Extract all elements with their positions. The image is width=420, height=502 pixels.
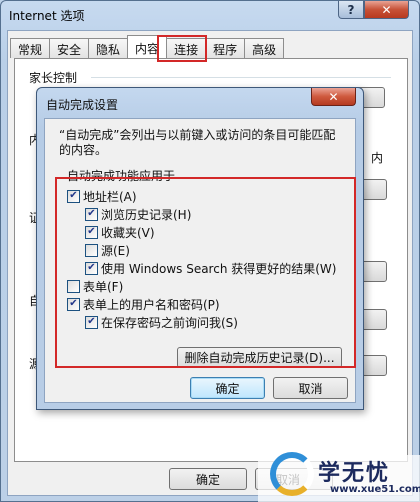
applies-to-label: 自动完成功能应用于: [67, 169, 176, 183]
checkbox-usernames-passwords[interactable]: [67, 297, 80, 311]
option-usernames-passwords[interactable]: 表单上的用户名和密码(P): [67, 296, 220, 312]
delete-autocomplete-history-button[interactable]: 删除自动完成历史记录(D)...: [177, 347, 342, 368]
checkbox-browsing-history[interactable]: [85, 207, 98, 221]
option-label: 地址栏(A): [83, 189, 137, 204]
checkbox-feeds[interactable]: [85, 243, 98, 257]
option-label: 源(E): [101, 243, 130, 258]
tab-general[interactable]: 常规: [10, 38, 51, 58]
option-favorites[interactable]: 收藏夹(V): [85, 224, 155, 240]
checkbox-windows-search[interactable]: [85, 261, 98, 275]
dialog-close-button[interactable]: ✕: [311, 88, 356, 106]
dialog-description: “自动完成”会列出与以前键入或访问的条目可能匹配的内容。: [59, 128, 336, 157]
watermark-logo-icon: [270, 452, 314, 496]
watermark-text: 学无忧: [318, 461, 391, 486]
obscured-label-right: 内: [371, 151, 384, 165]
option-address-bar[interactable]: 地址栏(A): [67, 188, 137, 204]
dialog-cancel-button[interactable]: 取消: [273, 377, 348, 399]
help-button[interactable]: ?: [338, 1, 364, 19]
option-forms[interactable]: 表单(F): [67, 278, 123, 294]
tab-strip: 常规 安全 隐私 内容 连接 程序 高级: [10, 35, 285, 58]
window-close-button[interactable]: ✕: [364, 1, 409, 19]
tab-security[interactable]: 安全: [49, 38, 90, 58]
checkbox-ask-before-saving[interactable]: [85, 315, 98, 329]
window-title: Internet 选项: [9, 9, 85, 23]
checkbox-forms[interactable]: [67, 279, 80, 293]
group-divider: [91, 77, 391, 78]
autocomplete-settings-dialog: 自动完成设置 ✕ “自动完成”会列出与以前键入或访问的条目可能匹配的内容。 自动…: [36, 87, 364, 410]
option-label: 表单(F): [83, 279, 124, 294]
option-label: 在保存密码之前询问我(S): [101, 315, 238, 330]
option-browsing-history[interactable]: 浏览历史记录(H): [85, 206, 191, 222]
option-label: 表单上的用户名和密码(P): [83, 297, 220, 312]
dialog-title: 自动完成设置: [46, 98, 119, 112]
tab-privacy[interactable]: 隐私: [88, 38, 129, 58]
option-label: 收藏夹(V): [101, 225, 155, 240]
dialog-ok-button[interactable]: 确定: [190, 377, 265, 399]
option-label: 浏览历史记录(H): [101, 207, 192, 222]
checkbox-address-bar[interactable]: [67, 189, 80, 203]
window-ok-button[interactable]: 确定: [169, 468, 247, 490]
option-feeds[interactable]: 源(E): [85, 242, 130, 258]
option-ask-before-saving[interactable]: 在保存密码之前询问我(S): [85, 314, 238, 330]
tab-advanced[interactable]: 高级: [244, 38, 285, 58]
checkbox-favorites[interactable]: [85, 225, 98, 239]
option-label: 使用 Windows Search 获得更好的结果(W): [101, 261, 337, 276]
tab-programs[interactable]: 程序: [205, 38, 246, 58]
option-windows-search[interactable]: 使用 Windows Search 获得更好的结果(W): [85, 260, 336, 276]
parental-controls-label: 家长控制: [29, 71, 78, 85]
watermark-url: www.xue51.com: [330, 484, 420, 495]
tab-highlight-box: [157, 35, 207, 62]
